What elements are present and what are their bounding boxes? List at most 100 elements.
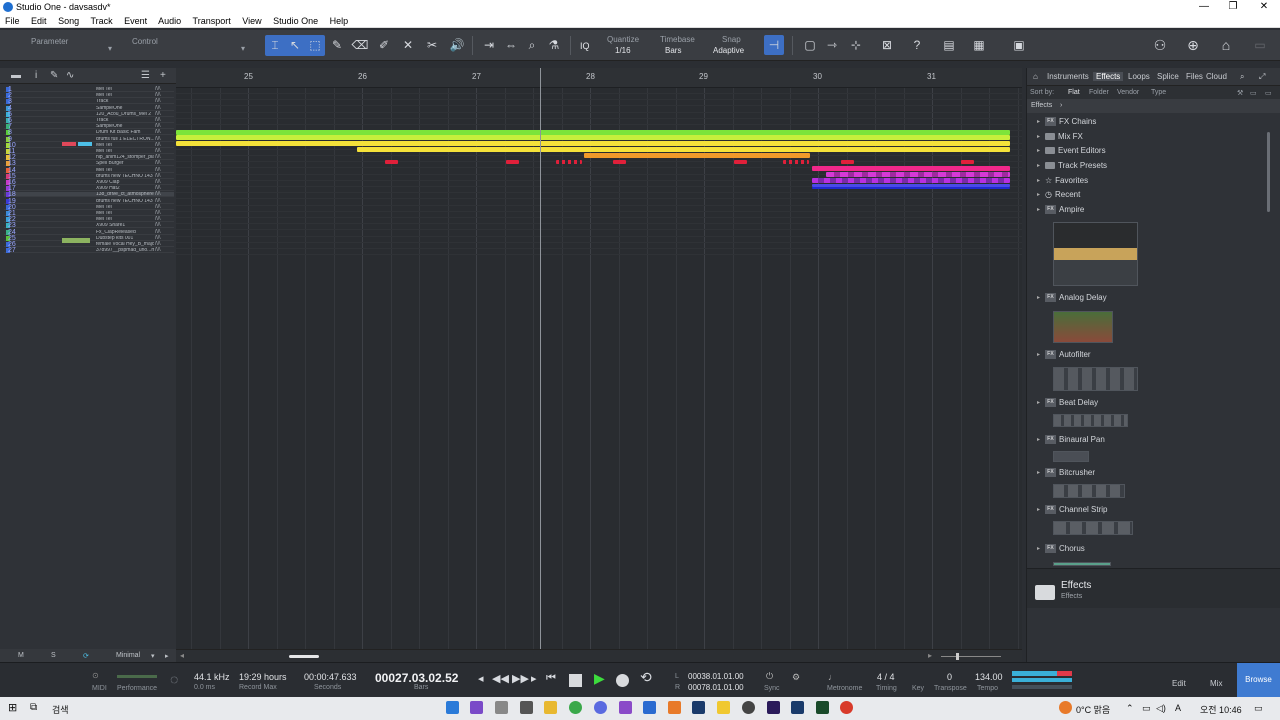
track-name[interactable]: Mel Tel xyxy=(96,205,154,210)
user-icon[interactable]: ⚇ xyxy=(1150,35,1170,55)
track-row[interactable]: 24 Fx_ClapReleased/\/\ xyxy=(4,229,174,236)
track-row[interactable]: 22 Mel Tel/\/\ xyxy=(4,216,174,223)
menu-track[interactable]: Track xyxy=(90,16,112,26)
stretch-tool-icon[interactable]: ⇔ xyxy=(501,35,521,55)
sort-flat[interactable]: Flat xyxy=(1068,89,1080,96)
chevron-down-icon[interactable]: ▾ xyxy=(151,652,155,660)
midi-event[interactable] xyxy=(812,187,1010,189)
solo-all-button[interactable]: S xyxy=(51,652,56,659)
track-name[interactable]: Spell Burger xyxy=(96,161,154,166)
sync-icon[interactable]: ⏻ xyxy=(766,671,773,682)
edit-button[interactable]: Edit xyxy=(1172,679,1186,688)
range-tool-icon[interactable]: ⬚ xyxy=(305,35,325,55)
layout-icon[interactable]: ▣ xyxy=(1009,35,1029,55)
plugin-manager-icon[interactable]: ⊕ xyxy=(1183,35,1203,55)
audio-event[interactable] xyxy=(357,147,1010,152)
track-name[interactable]: Drum Kit Basic Fam xyxy=(96,130,154,135)
channel-strip-thumbnail[interactable] xyxy=(1053,521,1133,535)
weather-text[interactable]: 0°C 맑음 xyxy=(1076,703,1110,716)
arrangement-view[interactable]: 25 26 27 28 29 30 31 xyxy=(176,68,1022,649)
track-row[interactable]: 21 Mel Tel/\/\ xyxy=(4,210,174,217)
menu-event[interactable]: Event xyxy=(124,16,147,26)
steam-icon[interactable] xyxy=(692,701,705,714)
track-row[interactable]: 17 X909 Hat2/\/\ xyxy=(4,185,174,192)
track-name[interactable]: Mel Tel xyxy=(96,149,154,154)
breadcrumb-effects[interactable]: Effects xyxy=(1031,102,1052,109)
track-name[interactable]: drums full 1 ELECTRON...100 xyxy=(96,137,154,142)
midi-event[interactable] xyxy=(613,160,626,164)
folder-track-presets[interactable]: ▸ Track Presets xyxy=(1037,159,1107,173)
plugin-analog-delay[interactable]: ▸ FX Analog Delay xyxy=(1037,291,1107,305)
rewind-fast-icon[interactable]: ◀◀ xyxy=(492,672,509,685)
track-row[interactable]: 15 drums new TECHNO 143/\/\ xyxy=(4,173,174,180)
tool-icon[interactable]: ⚒ xyxy=(1237,89,1243,97)
paint-tool-icon[interactable]: ✐ xyxy=(374,35,394,55)
track-name[interactable]: drums new TECHNO 143 xyxy=(96,199,154,204)
follow-icon[interactable]: ⇾ xyxy=(822,35,842,55)
track-row[interactable]: 1 Mel Tel/\/\ xyxy=(4,86,174,93)
menu-audio[interactable]: Audio xyxy=(158,16,181,26)
timebase-value[interactable]: Bars xyxy=(665,46,681,55)
tempo-value[interactable]: 134.00 xyxy=(975,672,1003,682)
plugin-ampire[interactable]: ▸ FX Ampire xyxy=(1037,203,1084,217)
autoscroll-icon[interactable]: ⚗ xyxy=(544,35,564,55)
network-icon[interactable]: ▭ xyxy=(1142,703,1151,714)
binaural-pan-thumbnail[interactable] xyxy=(1053,451,1089,462)
plugin-beat-delay[interactable]: ▸ FX Beat Delay xyxy=(1037,396,1098,410)
track-name[interactable]: X909 Clap xyxy=(96,180,154,185)
tab-effects[interactable]: Effects xyxy=(1093,72,1124,81)
close-button[interactable]: ✕ xyxy=(1249,0,1279,14)
ime-icon[interactable]: A xyxy=(1175,703,1181,713)
track-row[interactable]: 16 X909 Clap/\/\ xyxy=(4,179,174,186)
folder-recent[interactable]: ▸ ◷ Recent xyxy=(1037,188,1080,202)
grid-icon[interactable]: ▦ xyxy=(969,35,989,55)
midi-event[interactable] xyxy=(826,172,1010,177)
track-name[interactable]: Mel Tel xyxy=(96,143,154,148)
track-row[interactable]: 12hip_anim124_stomper_piano/\/\ xyxy=(4,154,174,161)
zoom-slider[interactable] xyxy=(941,656,1001,657)
track-row[interactable]: 23 X909 Snare1/\/\ xyxy=(4,222,174,229)
vscode-icon[interactable] xyxy=(446,701,459,714)
ampire-thumbnail[interactable] xyxy=(1053,222,1138,286)
tab-loops[interactable]: Loops xyxy=(1128,72,1150,81)
help-icon[interactable]: ? xyxy=(907,35,927,55)
chevron-down-icon[interactable]: ▾ xyxy=(108,44,112,53)
visual-studio-icon[interactable] xyxy=(470,701,483,714)
beat-delay-thumbnail[interactable] xyxy=(1053,414,1128,427)
listen-tool-icon[interactable]: 🔊 xyxy=(447,35,467,55)
discord-icon[interactable] xyxy=(594,701,607,714)
track-row[interactable]: 11 Mel Tel/\/\ xyxy=(4,148,174,155)
track-name[interactable]: female Vocal Hey_B_major xyxy=(96,242,154,247)
fullscreen-icon[interactable]: ⊠ xyxy=(877,35,897,55)
main-volume-slider[interactable] xyxy=(1012,685,1072,689)
inspector-icon[interactable]: i xyxy=(35,70,37,81)
folder-favorites[interactable]: ▸ ☆ Favorites xyxy=(1037,174,1088,188)
expand-icon[interactable]: ⤢ xyxy=(1259,72,1265,82)
track-name[interactable]: SampleOne xyxy=(96,124,154,129)
plugin-autofilter[interactable]: ▸ FX Autofilter xyxy=(1037,348,1091,362)
analog-delay-thumbnail[interactable] xyxy=(1053,311,1113,343)
menu-help[interactable]: Help xyxy=(330,16,349,26)
window-icon[interactable]: ▭ xyxy=(1265,89,1272,97)
track-name[interactable]: Mel Tel xyxy=(96,93,154,98)
plugin-channel-strip[interactable]: ▸ FX Channel Strip xyxy=(1037,503,1107,517)
track-name[interactable]: X909 Snare1 xyxy=(96,223,154,228)
chrome-icon[interactable] xyxy=(569,701,582,714)
track-row[interactable]: 27 378997__pspmad_uno...mor/\/\ xyxy=(4,247,174,254)
app-icon[interactable] xyxy=(717,701,730,714)
track-row[interactable]: 4 SampleOne/\/\ xyxy=(4,105,174,112)
quantize-value[interactable]: 1/16 xyxy=(615,46,631,55)
loop-end[interactable]: 00078.01.01.00 xyxy=(688,683,744,692)
stop-button[interactable] xyxy=(569,674,582,687)
midi-event[interactable] xyxy=(385,160,398,164)
playhead-cursor[interactable] xyxy=(540,68,541,649)
menu-studio-one[interactable]: Studio One xyxy=(273,16,318,26)
taskbar-search[interactable]: 검색 xyxy=(52,703,69,716)
bars-time[interactable]: 00027.03.02.52 xyxy=(375,671,458,685)
arrow-tool-icon[interactable]: ↖ xyxy=(285,35,305,55)
midi-event[interactable] xyxy=(556,160,582,164)
record-button[interactable] xyxy=(616,674,629,687)
zoom-slider-thumb[interactable] xyxy=(956,653,959,660)
scroll-left-icon[interactable]: ◂ xyxy=(180,651,184,660)
return-to-zero-icon[interactable]: ⏮ xyxy=(546,672,556,685)
